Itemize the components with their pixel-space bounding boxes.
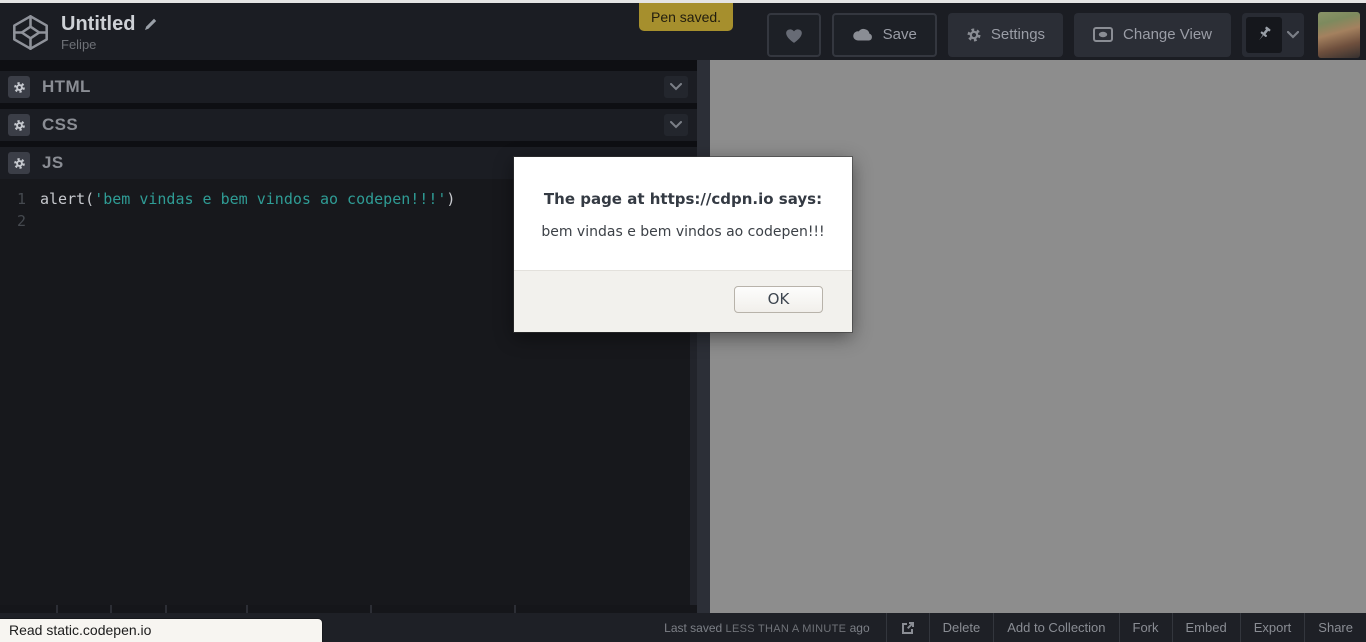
javascript-alert-dialog: The page at https://cdpn.io says: bem vi…: [514, 157, 852, 332]
code-token-close: ): [446, 190, 455, 208]
save-button-label: Save: [883, 26, 917, 43]
footer-action-fork[interactable]: Fork: [1119, 613, 1172, 642]
title-block: Untitled Felipe: [61, 13, 158, 52]
pin-split-button[interactable]: [1242, 13, 1304, 57]
footer-action-add-to-collection[interactable]: Add to Collection: [993, 613, 1118, 642]
chevron-down-icon: [1287, 31, 1299, 39]
love-button[interactable]: [767, 13, 821, 57]
line-number: 1: [0, 188, 26, 210]
external-link-icon: [901, 621, 915, 635]
footer-action-share[interactable]: Share: [1304, 613, 1366, 642]
cloud-icon: [852, 28, 874, 41]
brand: Untitled Felipe: [12, 13, 158, 52]
pushpin-icon: [1256, 26, 1272, 44]
last-saved-suffix: ago: [850, 621, 870, 635]
footer-action-export[interactable]: Export: [1240, 613, 1305, 642]
css-panel-header[interactable]: CSS: [0, 109, 697, 141]
last-saved-prefix: Last saved: [664, 621, 722, 635]
last-saved-status: Last saved LESS THAN A MINUTE ago: [664, 621, 870, 635]
heart-icon: [783, 25, 805, 44]
open-live-view-button[interactable]: [886, 613, 929, 642]
last-saved-time: LESS THAN A MINUTE: [726, 623, 847, 635]
footer-action-delete[interactable]: Delete: [929, 613, 994, 642]
alert-dialog-footer: OK: [514, 270, 852, 332]
pin-button[interactable]: [1246, 17, 1282, 53]
preview-pane: [710, 60, 1366, 613]
panel-resize-gutter[interactable]: [697, 60, 710, 613]
pen-author: Felipe: [61, 37, 158, 52]
css-panel-label: CSS: [42, 115, 78, 135]
pen-title-text: Untitled: [61, 13, 135, 35]
settings-button-label: Settings: [991, 26, 1045, 43]
js-settings-button[interactable]: [8, 152, 30, 174]
alert-dialog-title: The page at https://cdpn.io says:: [514, 190, 852, 208]
editor-bottom-strip: [0, 605, 697, 613]
edit-pencil-icon[interactable]: [144, 17, 158, 31]
editor-column: HTML CSS JS 1aler: [0, 60, 697, 613]
codepen-logo-icon[interactable]: [12, 14, 49, 51]
change-view-icon: [1093, 27, 1113, 42]
js-panel-label: JS: [42, 153, 64, 173]
pen-saved-toast: Pen saved.: [639, 3, 733, 31]
gear-icon: [13, 81, 26, 94]
settings-button[interactable]: Settings: [948, 13, 1063, 57]
change-view-button-label: Change View: [1123, 26, 1212, 43]
html-panel-label: HTML: [42, 77, 91, 97]
chevron-down-icon: [670, 121, 682, 129]
css-collapse-button[interactable]: [664, 114, 688, 136]
line-number: 2: [0, 210, 26, 232]
alert-dialog-body: The page at https://cdpn.io says: bem vi…: [514, 157, 852, 270]
pin-dropdown-toggle[interactable]: [1282, 31, 1304, 39]
css-settings-button[interactable]: [8, 114, 30, 136]
gear-icon: [13, 157, 26, 170]
ok-button[interactable]: OK: [734, 286, 823, 313]
code-token-function: alert(: [40, 190, 94, 208]
header-bar: Untitled Felipe Pen saved. Save: [0, 3, 1366, 60]
pen-title: Untitled: [61, 13, 158, 35]
code-token-string: 'bem vindas e bem vindos ao codepen!!!': [94, 190, 446, 208]
user-avatar[interactable]: [1318, 12, 1360, 58]
footer-action-embed[interactable]: Embed: [1172, 613, 1240, 642]
save-button[interactable]: Save: [832, 13, 937, 57]
browser-status-tooltip: Read static.codepen.io: [0, 619, 322, 642]
html-collapse-button[interactable]: [664, 76, 688, 98]
html-settings-button[interactable]: [8, 76, 30, 98]
change-view-button[interactable]: Change View: [1074, 13, 1231, 57]
alert-dialog-message: bem vindas e bem vindos ao codepen!!!: [514, 224, 852, 240]
html-panel-header[interactable]: HTML: [0, 71, 697, 103]
chevron-down-icon: [670, 83, 682, 91]
gear-icon: [966, 27, 982, 43]
gear-icon: [13, 119, 26, 132]
header-actions: Save Settings Change View: [756, 6, 1366, 63]
